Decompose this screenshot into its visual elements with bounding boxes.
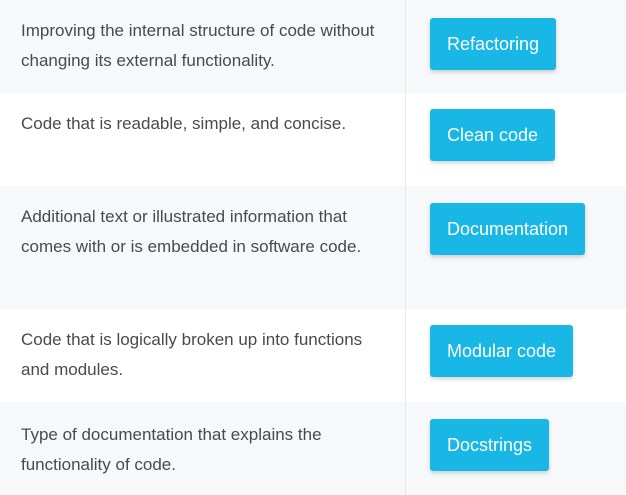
row-description: Code that is readable, simple, and conci… — [0, 93, 406, 186]
row-description: Additional text or illustrated informati… — [0, 186, 406, 309]
term-button-modular-code[interactable]: Modular code — [430, 325, 574, 377]
row-term-cell: Modular code — [406, 309, 626, 402]
table-row: Improving the internal structure of code… — [0, 0, 626, 93]
matching-table: Improving the internal structure of code… — [0, 0, 626, 495]
term-button-clean-code[interactable]: Clean code — [430, 109, 556, 161]
row-description: Code that is logically broken up into fu… — [0, 309, 406, 402]
term-button-docstrings[interactable]: Docstrings — [430, 419, 550, 471]
row-term-cell: Clean code — [406, 93, 626, 186]
row-description: Type of documentation that explains the … — [0, 402, 406, 495]
term-button-refactoring[interactable]: Refactoring — [430, 18, 557, 70]
row-term-cell: Refactoring — [406, 0, 626, 93]
table-row: Code that is readable, simple, and conci… — [0, 93, 626, 186]
table-row: Code that is logically broken up into fu… — [0, 309, 626, 402]
row-term-cell: Docstrings — [406, 402, 626, 495]
row-description: Improving the internal structure of code… — [0, 0, 406, 93]
term-button-documentation[interactable]: Documentation — [430, 203, 586, 255]
table-row: Additional text or illustrated informati… — [0, 186, 626, 309]
row-term-cell: Documentation — [406, 186, 626, 309]
table-row: Type of documentation that explains the … — [0, 402, 626, 495]
